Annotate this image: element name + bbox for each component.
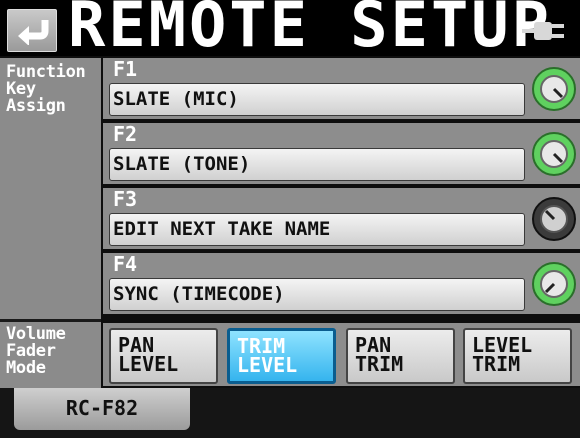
ac-plug-icon [522,22,564,40]
function-key-label: F3 [113,187,138,211]
rotary-knob-icon[interactable] [531,259,577,309]
rotary-knob-icon[interactable] [531,194,577,244]
page-title: REMOTE SETUP [68,0,552,61]
function-key-assignment-field[interactable]: SYNC (TIMECODE) [109,278,525,311]
function-key-assignment-field[interactable]: SLATE (TONE) [109,148,525,181]
mode-button-level-trim[interactable]: LEVEL TRIM [463,328,572,384]
mode-button-trim-level[interactable]: TRIM LEVEL [227,328,336,384]
function-key-assignment-field[interactable]: SLATE (MIC) [109,83,525,116]
tab-bar: RC-F82 [0,388,580,438]
function-key-assign-label: Function Key Assign [6,62,86,116]
mode-button-pan-level[interactable]: PAN LEVEL [109,328,218,384]
rotary-knob-icon[interactable] [531,64,577,114]
return-arrow-icon [18,19,49,45]
rotary-knob-icon[interactable] [531,129,577,179]
back-button[interactable] [7,9,57,52]
volume-fader-mode-label: Volume Fader Mode [6,324,66,378]
title-bar: REMOTE SETUP [0,0,580,56]
function-key-label: F2 [113,122,138,146]
tab-rc-f82[interactable]: RC-F82 [14,388,190,430]
function-key-label: F1 [113,57,138,81]
volume-fader-mode-buttons: PAN LEVEL TRIM LEVEL PAN TRIM LEVEL TRIM [103,323,580,386]
mode-button-pan-trim[interactable]: PAN TRIM [346,328,455,384]
function-key-assignment-field[interactable]: EDIT NEXT TAKE NAME [109,213,525,246]
function-key-row-f2: F2 SLATE (TONE) [103,123,580,184]
function-key-row-f1: F1 SLATE (MIC) [103,58,580,119]
function-key-label: F4 [113,252,138,276]
section-divider [0,319,101,322]
function-key-row-f3: F3 EDIT NEXT TAKE NAME [103,188,580,249]
section-labels: Function Key Assign Volume Fader Mode [0,58,101,388]
function-key-row-f4: F4 SYNC (TIMECODE) [103,253,580,314]
